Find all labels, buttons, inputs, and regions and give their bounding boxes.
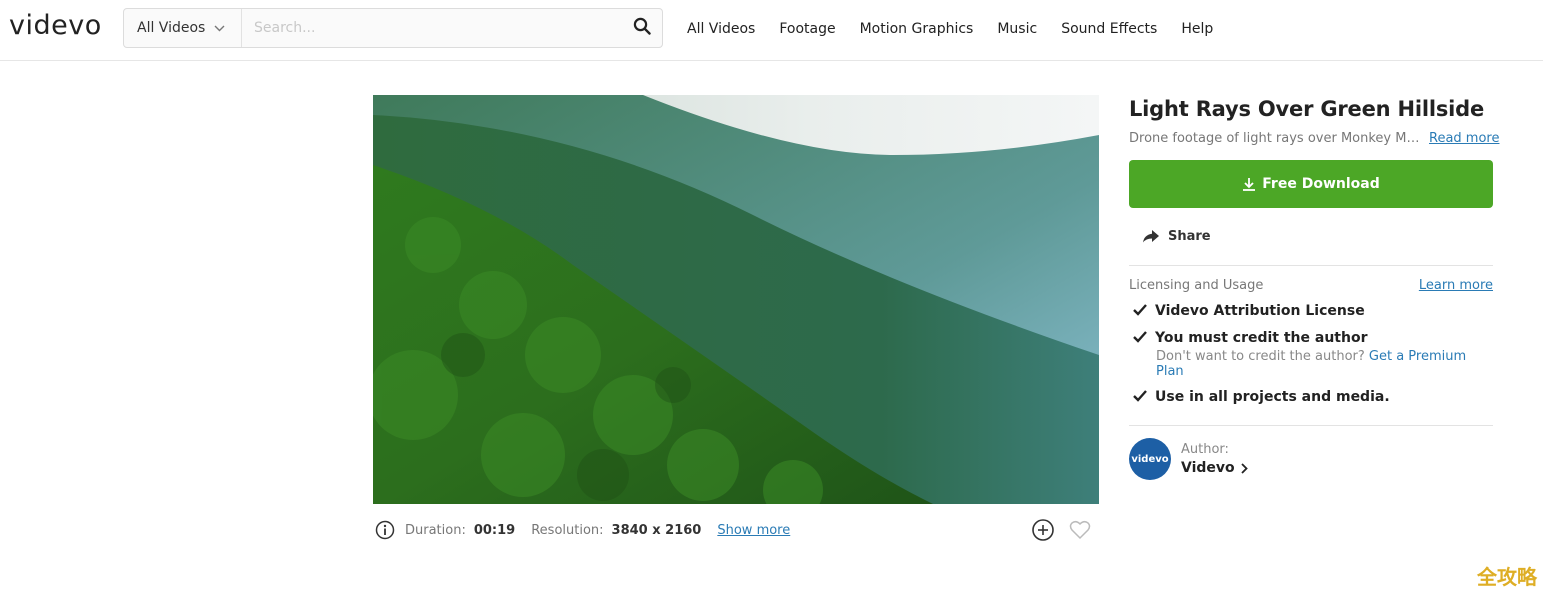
free-download-button[interactable]: Free Download [1129, 160, 1493, 208]
video-title: Light Rays Over Green Hillside [1129, 97, 1485, 121]
nav-motion-graphics[interactable]: Motion Graphics [860, 21, 974, 37]
license-item-label: Videvo Attribution License [1155, 303, 1365, 319]
download-label: Free Download [1262, 176, 1380, 192]
videvo-logo[interactable]: videvo [9, 9, 102, 43]
license-item: You must credit the author [1129, 330, 1493, 347]
author-label: Author: [1181, 442, 1229, 457]
search-bar: All Videos [123, 8, 663, 48]
show-more-link[interactable]: Show more [717, 523, 790, 538]
learn-more-link[interactable]: Learn more [1419, 278, 1493, 293]
video-description: Drone footage of light rays over Monkey … [1129, 130, 1499, 148]
video-actions [1031, 516, 1091, 544]
duration-value: 00:19 [473, 522, 516, 538]
share-icon [1143, 229, 1159, 243]
nav-footage[interactable]: Footage [779, 21, 835, 37]
credit-question: Don't want to credit the author? [1156, 349, 1365, 364]
top-header: videvo All Videos All Videos Footage Mot… [0, 0, 1543, 61]
license-item-label: You must credit the author [1155, 330, 1368, 346]
main-nav: All Videos Footage Motion Graphics Music… [687, 0, 1213, 58]
heart-icon [1069, 520, 1091, 540]
author-block[interactable]: videvo Author: Videvo [1129, 438, 1493, 480]
read-more-link[interactable]: Read more [1429, 130, 1499, 148]
add-collection-icon [1032, 519, 1054, 541]
credit-subtext: Don't want to credit the author? Get a P… [1156, 349, 1493, 379]
author-name-link[interactable]: Videvo [1181, 460, 1248, 476]
license-item: Videvo Attribution License [1129, 303, 1493, 320]
nav-all-videos[interactable]: All Videos [687, 21, 755, 37]
video-meta-bar: Duration: 00:19 Resolution: 3840 x 2160 … [373, 516, 1099, 544]
checkmark-icon [1133, 330, 1155, 343]
share-button[interactable]: Share [1143, 226, 1493, 246]
watermark: 全攻略 [1477, 565, 1537, 589]
add-to-collection-button[interactable] [1031, 518, 1055, 542]
search-button[interactable] [622, 9, 662, 47]
chevron-right-icon [1241, 462, 1248, 474]
search-category-select[interactable]: All Videos [124, 9, 242, 47]
details-panel: Light Rays Over Green Hillside Drone foo… [1129, 95, 1499, 480]
licensing-heading: Licensing and Usage [1129, 278, 1264, 293]
description-text: Drone footage of light rays over Monkey … [1129, 131, 1421, 146]
duration-label: Duration: [405, 522, 466, 538]
info-icon [375, 520, 395, 540]
search-icon [633, 17, 651, 39]
download-icon [1242, 177, 1256, 191]
resolution-value: 3840 x 2160 [611, 522, 702, 538]
search-category-label: All Videos [137, 20, 206, 36]
nav-music[interactable]: Music [997, 21, 1037, 37]
nav-sound-effects[interactable]: Sound Effects [1061, 21, 1157, 37]
video-preview[interactable] [373, 95, 1099, 504]
author-avatar[interactable]: videvo [1129, 438, 1171, 480]
chevron-down-icon [214, 20, 225, 36]
author-name: Videvo [1181, 460, 1235, 476]
divider [1129, 425, 1493, 426]
favorite-button[interactable] [1069, 520, 1091, 540]
license-item: Use in all projects and media. [1129, 389, 1493, 406]
divider [1129, 265, 1493, 266]
nav-help[interactable]: Help [1181, 21, 1213, 37]
video-thumbnail [373, 95, 1099, 504]
checkmark-icon [1133, 303, 1155, 316]
resolution-label: Resolution: [531, 522, 604, 538]
checkmark-icon [1133, 389, 1155, 402]
search-input[interactable] [242, 9, 622, 47]
license-item-label: Use in all projects and media. [1155, 389, 1390, 405]
licensing-header: Licensing and Usage Learn more [1129, 278, 1493, 293]
share-label: Share [1168, 228, 1211, 244]
